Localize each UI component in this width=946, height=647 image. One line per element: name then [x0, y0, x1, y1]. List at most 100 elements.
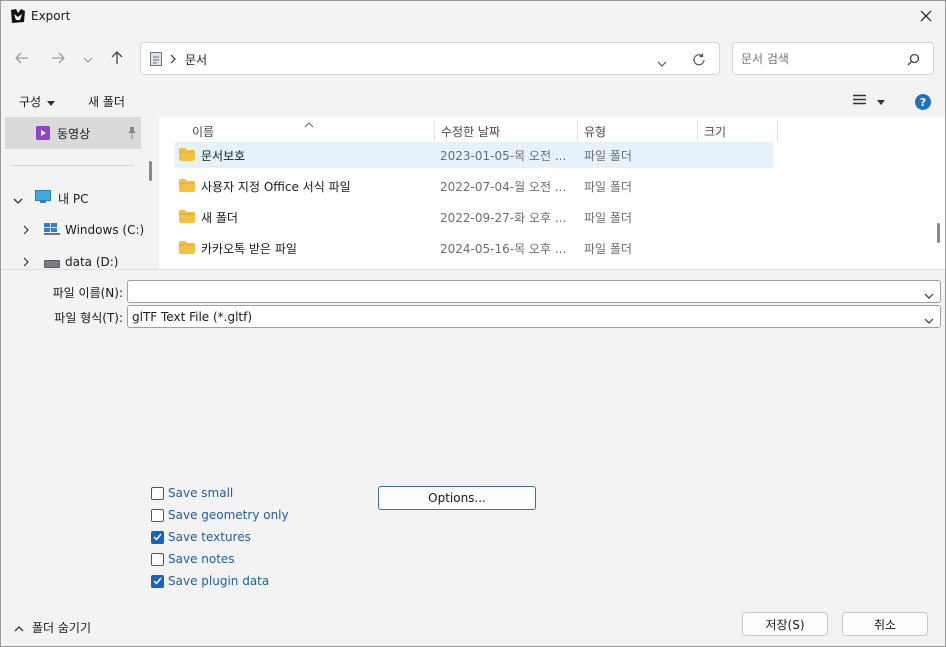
file-list-scrollbar[interactable]	[932, 117, 945, 269]
column-header-name[interactable]: 이름	[186, 120, 435, 142]
file-name: 문서보호	[201, 149, 246, 163]
command-bar	[1, 85, 945, 117]
checkbox-box[interactable]	[151, 574, 164, 588]
chevron-right-icon[interactable]	[23, 224, 29, 238]
filename-field[interactable]	[127, 280, 941, 303]
help-button[interactable]: ?	[915, 94, 931, 113]
address-bar[interactable]: 문서	[140, 42, 720, 75]
file-list-scroll-thumb[interactable]	[937, 223, 940, 243]
sidebar-divider	[12, 165, 134, 166]
arrow-left-icon	[15, 52, 29, 67]
list-view-icon	[853, 94, 866, 108]
chevron-right-icon[interactable]	[23, 256, 29, 269]
chevron-down-icon	[83, 52, 93, 66]
sidebar-item-this-pc[interactable]: 내 PC	[1, 187, 145, 209]
folder-icon	[179, 148, 195, 164]
refresh-icon[interactable]	[692, 53, 706, 70]
sidebar-item-videos[interactable]: 동영상	[5, 117, 141, 149]
recent-locations-button[interactable]	[78, 48, 98, 70]
save-button[interactable]: 저장(S)	[742, 612, 828, 636]
window-title: Export	[31, 9, 71, 23]
file-type: 파일 폴더	[584, 180, 632, 194]
organize-label: 구성	[19, 95, 42, 109]
dialog-footer: 폴더 숨기기 저장(S) 취소	[1, 594, 945, 646]
sidebar-item-drive-d[interactable]: data (D:)	[1, 251, 145, 269]
nav-scroll-thumb[interactable]	[149, 161, 152, 181]
view-options-button[interactable]	[853, 94, 885, 108]
chevron-down-icon[interactable]	[924, 288, 934, 302]
sidebar-item-label: 내 PC	[58, 192, 89, 206]
folder-icon	[179, 179, 195, 195]
file-name: 사용자 지정 Office 서식 파일	[201, 180, 351, 194]
chevron-down-icon[interactable]	[13, 193, 23, 207]
caret-down-icon	[47, 95, 56, 109]
filetype-select[interactable]: glTF Text File (*.gltf)	[127, 305, 941, 328]
file-modified: 2022-09-27-화 오후 ...	[440, 211, 567, 225]
save-notes-checkbox[interactable]: Save notes	[151, 550, 235, 568]
arrow-right-icon	[51, 52, 65, 67]
column-header-size[interactable]: 크기	[698, 120, 778, 142]
sidebar-item-label: 동영상	[57, 127, 91, 141]
breadcrumb-chevron-icon	[170, 53, 176, 67]
file-name: 새 폴더	[201, 211, 238, 225]
new-folder-label: 새 폴더	[88, 95, 125, 109]
search-input[interactable]	[741, 49, 901, 69]
hide-folders-button[interactable]: 폴더 숨기기	[14, 619, 91, 636]
chevron-down-icon[interactable]	[924, 313, 934, 327]
filename-label: 파일 이름(N):	[52, 286, 123, 300]
forward-button[interactable]	[47, 48, 69, 70]
search-icon[interactable]	[907, 53, 920, 69]
filetype-label: 파일 형식(T):	[54, 311, 123, 325]
file-type: 파일 폴더	[584, 211, 632, 225]
cancel-button[interactable]: 취소	[842, 612, 928, 636]
back-button[interactable]	[11, 48, 33, 70]
file-type: 파일 폴더	[584, 242, 632, 256]
close-button[interactable]	[916, 7, 936, 27]
file-row[interactable]: 문서보호 2023-01-05-목 오전 ... 파일 폴더	[175, 142, 773, 168]
file-row[interactable]: 새 폴더 2022-09-27-화 오후 ... 파일 폴더	[175, 204, 773, 230]
file-modified: 2022-07-04-월 오전 ...	[440, 180, 567, 194]
file-modified: 2024-05-16-목 오후 ...	[440, 242, 567, 256]
sidebar-item-drive-c[interactable]: Windows (C:)	[1, 219, 145, 241]
nav-pane-scrollbar[interactable]	[145, 117, 159, 269]
file-type: 파일 폴더	[584, 149, 632, 163]
help-icon: ?	[915, 94, 931, 113]
drive-icon	[44, 257, 60, 269]
checkbox-label: Save small	[168, 486, 234, 500]
hide-folders-label: 폴더 숨기기	[32, 621, 92, 635]
checkbox-box[interactable]	[151, 530, 164, 544]
options-button[interactable]: Options...	[378, 486, 536, 510]
file-row[interactable]: 카카오톡 받은 파일 2024-05-16-목 오후 ... 파일 폴더	[175, 235, 773, 261]
svg-text:?: ?	[920, 96, 926, 109]
checkbox-box[interactable]	[151, 486, 164, 500]
save-small-checkbox[interactable]: Save small	[151, 484, 233, 502]
file-modified: 2023-01-05-목 오전 ...	[440, 149, 567, 163]
computer-icon	[35, 190, 51, 207]
column-header-modified[interactable]: 수정한 날짜	[435, 120, 578, 142]
pin-icon[interactable]	[127, 127, 137, 142]
caret-down-icon	[877, 94, 885, 108]
app-logo-icon	[10, 8, 26, 24]
organize-button[interactable]: 구성	[19, 93, 56, 110]
sidebar-item-label: Windows (C:)	[65, 223, 145, 237]
up-button[interactable]	[106, 48, 128, 70]
column-header-type[interactable]: 유형	[578, 120, 698, 142]
checkbox-box[interactable]	[151, 552, 164, 566]
search-box[interactable]	[732, 42, 934, 75]
export-dialog: Export 문서 문서 검색 구성 새 폴더 ? 동영상 내 PC Windo…	[0, 0, 946, 647]
new-folder-button[interactable]: 새 폴더	[88, 93, 125, 110]
save-plugin-data-checkbox[interactable]: Save plugin data	[151, 572, 269, 590]
save-geometry-only-checkbox[interactable]: Save geometry only	[151, 506, 289, 524]
chevron-up-icon	[14, 621, 24, 635]
folder-icon	[179, 241, 195, 257]
file-row[interactable]: 사용자 지정 Office 서식 파일 2022-07-04-월 오전 ... …	[175, 173, 773, 199]
file-name: 카카오톡 받은 파일	[201, 242, 297, 256]
save-textures-checkbox[interactable]: Save textures	[151, 528, 251, 546]
address-history-chevron-icon[interactable]	[657, 56, 667, 70]
checkmark-icon	[153, 577, 162, 585]
filetype-value: glTF Text File (*.gltf)	[132, 310, 253, 324]
checkbox-box[interactable]	[151, 508, 164, 522]
sidebar-item-label: data (D:)	[65, 255, 119, 269]
navigation-pane: 동영상 내 PC Windows (C:) data (D:)	[1, 117, 145, 269]
breadcrumb-documents[interactable]: 문서	[185, 51, 207, 68]
